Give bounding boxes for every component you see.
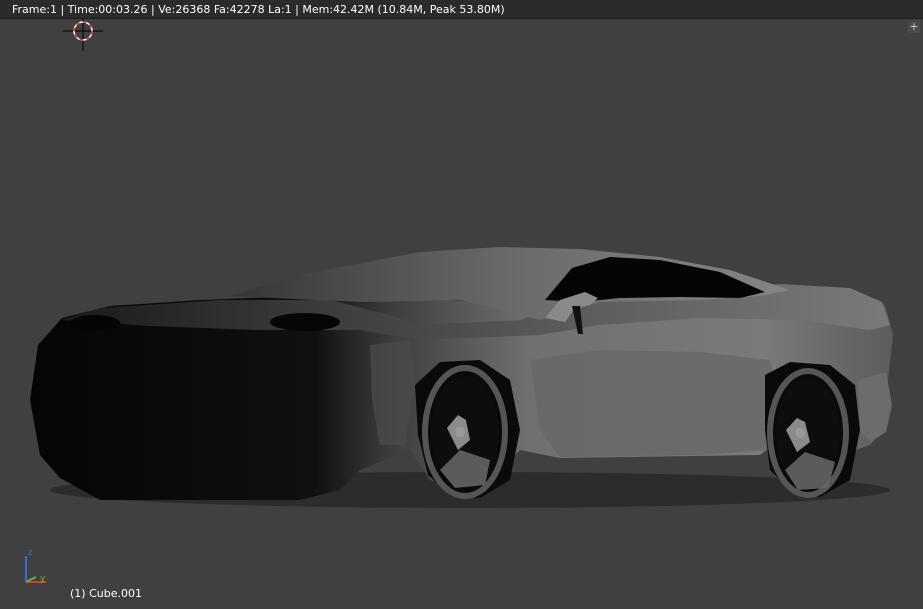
y-axis-label: y [40, 574, 46, 584]
z-axis-label: z [28, 548, 33, 558]
headlight-left [70, 315, 120, 331]
3d-cursor-icon[interactable] [63, 19, 103, 53]
side-panel [530, 350, 780, 457]
headlight-right [270, 313, 340, 331]
car-model[interactable] [0, 19, 923, 609]
viewport-expand-button[interactable]: + [908, 21, 920, 33]
active-object-label: (1) Cube.001 [70, 587, 142, 600]
viewport-header: Frame:1 | Time:00:03.26 | Ve:26368 Fa:42… [0, 0, 923, 19]
plus-icon: + [909, 20, 919, 33]
front-wheel [422, 365, 508, 499]
rear-bumper [858, 372, 892, 442]
rear-wheel [767, 368, 849, 498]
render-stats-text: Frame:1 | Time:00:03.26 | Ve:26368 Fa:42… [12, 3, 505, 16]
axis-gizmo: z y [25, 548, 46, 584]
3d-viewport[interactable]: + z y (1) Cube.001 [0, 19, 923, 609]
